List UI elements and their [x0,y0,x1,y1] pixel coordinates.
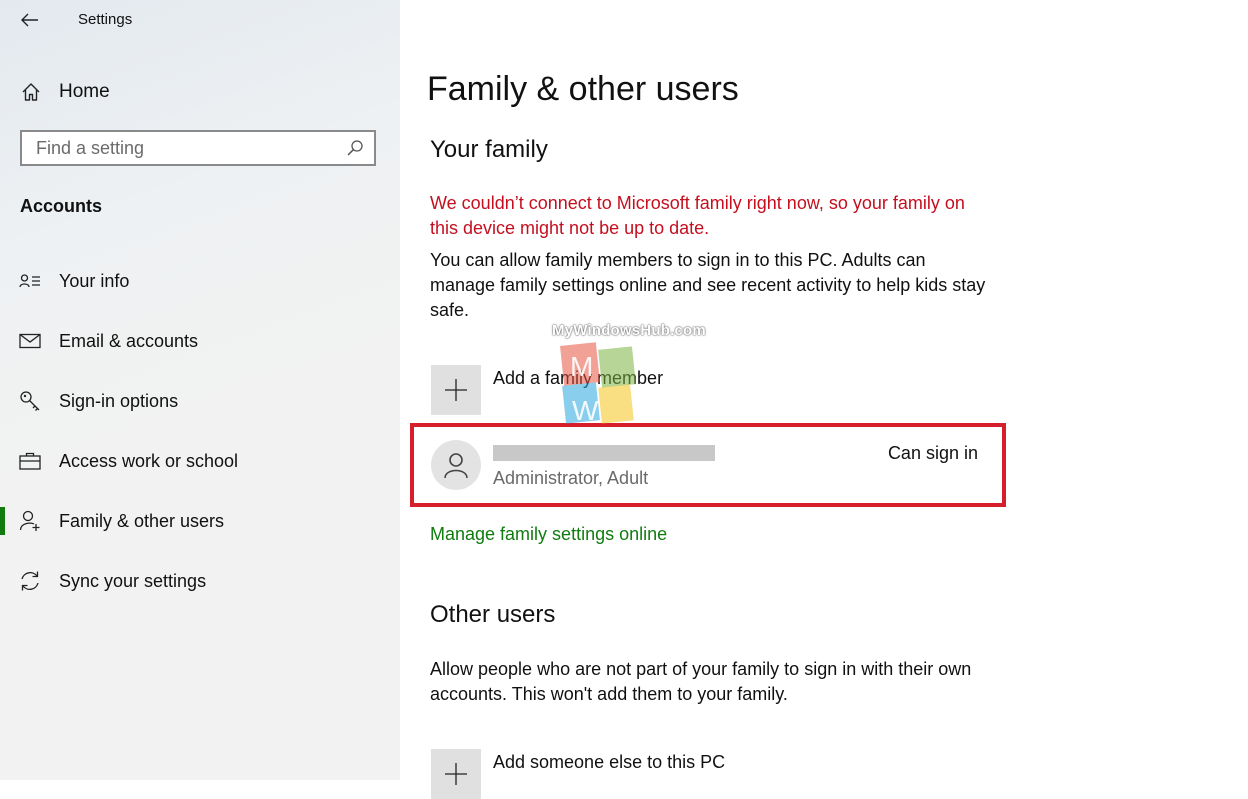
sidebar-item-label: Family & other users [59,510,225,531]
family-user-row[interactable]: c Administrator, Adult Can sign in [431,440,981,492]
briefcase-icon [18,449,42,473]
search-box [20,130,376,166]
key-icon [18,389,42,413]
family-description: You can allow family members to sign in … [430,250,986,320]
plus-icon [431,365,481,415]
sidebar-item-sync-settings[interactable]: Sync your settings [0,557,400,605]
add-person-icon [18,509,42,533]
watermark-text: MyWindowsHub.com [552,322,706,339]
user-status: Can sign in [887,443,978,463]
other-users-description: Allow people who are not part of your fa… [430,659,972,704]
contact-card-icon [18,269,42,293]
sidebar-item-label: Sync your settings [59,570,207,591]
app-title: Settings [78,11,133,28]
sidebar-item-label: Access work or school [59,450,239,471]
user-role: Administrator, Adult [493,468,649,488]
sidebar: Settings Home Accounts Your info [0,0,400,780]
add-someone-else-label: Add someone else to this PC [493,752,726,772]
user-name-redacted [493,445,715,461]
sync-icon [18,569,42,593]
your-family-heading: Your family [430,136,548,163]
family-error-message: We couldn’t connect to Microsoft family … [430,193,965,238]
page-title: Family & other users [427,70,739,108]
back-arrow-icon [21,13,38,27]
add-someone-else-button[interactable]: Add someone else to this PC [431,749,725,799]
main-content: Family & other users Your family We coul… [400,0,1248,799]
section-label: Accounts [20,196,103,216]
back-button[interactable] [14,6,46,34]
sidebar-item-label: Your info [59,270,130,291]
plus-icon [431,749,481,799]
sidebar-item-your-info[interactable]: Your info [0,257,400,305]
user-avatar-icon [431,440,481,490]
add-family-member-button[interactable]: Add a family member [431,365,663,415]
sidebar-item-email-accounts[interactable]: Email & accounts [0,317,400,365]
home-icon [20,81,42,103]
sidebar-item-label: Home [59,81,110,102]
search-icon[interactable] [344,137,366,159]
add-family-member-label: Add a family member [493,368,664,388]
other-users-heading: Other users [430,601,556,628]
sidebar-item-label: Email & accounts [59,330,199,351]
sidebar-item-label: Sign-in options [59,390,179,411]
sidebar-item-sign-in-options[interactable]: Sign-in options [0,377,400,425]
mail-icon [18,329,42,353]
sidebar-item-access-work-school[interactable]: Access work or school [0,437,400,485]
sidebar-item-family-other-users[interactable]: Family & other users [0,497,400,545]
manage-family-settings-link[interactable]: Manage family settings online [430,524,667,545]
sidebar-item-home[interactable]: Home [0,72,400,112]
search-input[interactable] [22,132,344,164]
